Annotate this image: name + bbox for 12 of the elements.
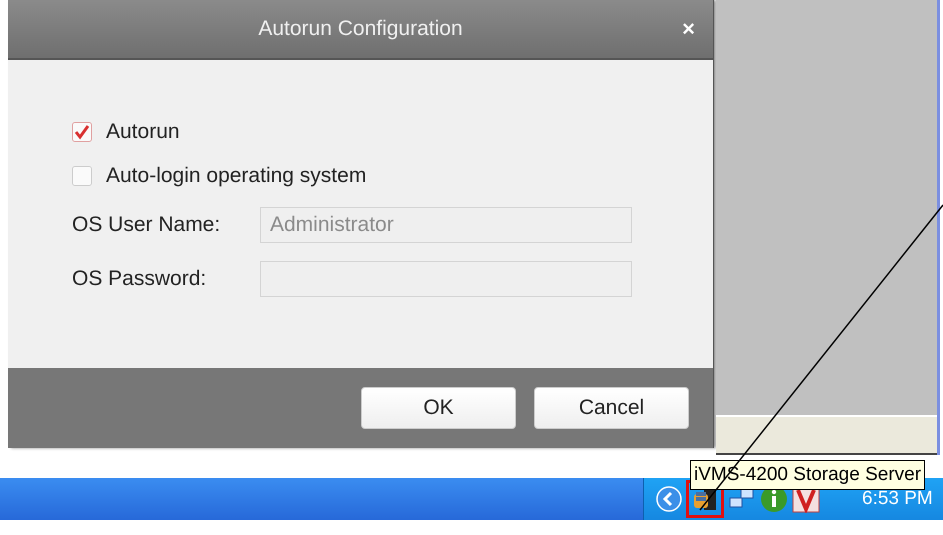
field-label: OS Password:	[72, 267, 208, 291]
dialog-title: Autorun Configuration	[258, 17, 463, 41]
clock[interactable]: 6:53 PM	[862, 488, 933, 510]
checkbox-label: Autorun	[106, 120, 180, 144]
checkbox[interactable]	[72, 122, 92, 142]
close-button[interactable]: ×	[682, 16, 695, 42]
dialog-button[interactable]: OK	[361, 387, 516, 429]
checkbox-label: Auto-login operating system	[106, 164, 366, 188]
checkbox[interactable]	[72, 166, 92, 186]
field-label: OS User Name:	[72, 213, 222, 237]
chevron-left-icon[interactable]	[656, 486, 682, 512]
dialog-button[interactable]: Cancel	[534, 387, 689, 429]
